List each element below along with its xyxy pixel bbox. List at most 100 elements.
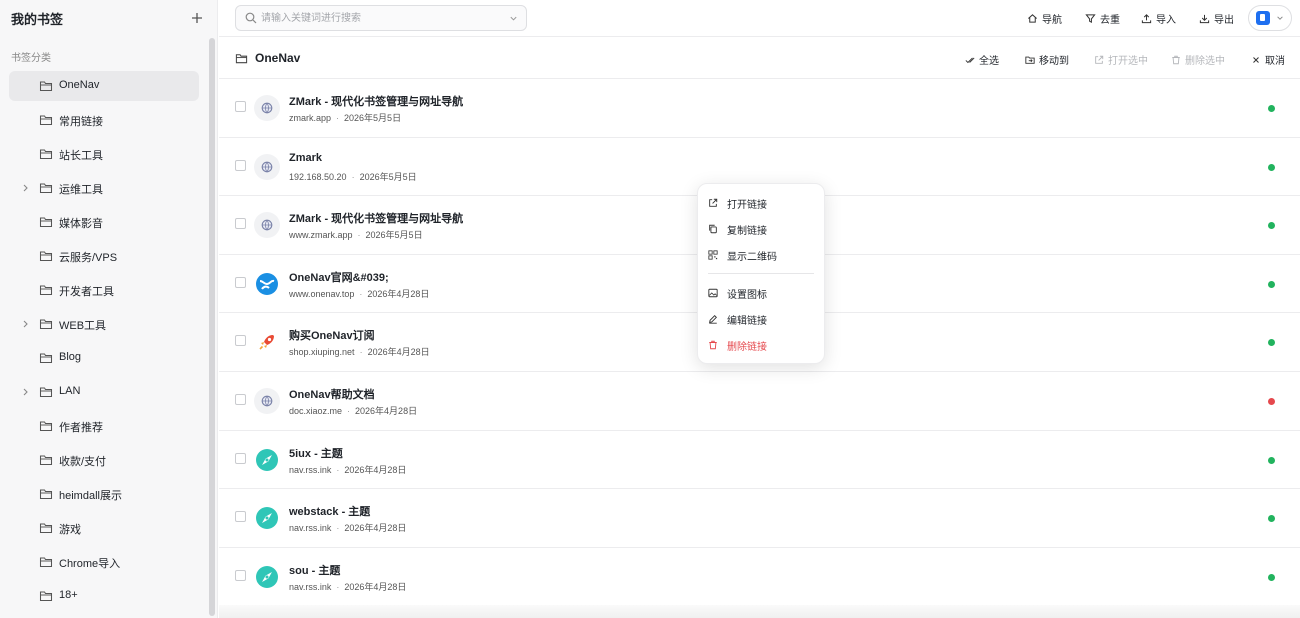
- bookmark-title[interactable]: 购买OneNav订阅: [289, 327, 375, 343]
- meta-separator: ·: [336, 113, 340, 123]
- row-checkbox[interactable]: [235, 511, 246, 523]
- menu-open-link-label: 打开链接: [727, 199, 767, 211]
- check-all-icon: [965, 57, 975, 63]
- menu-set-icon[interactable]: 设置图标: [708, 283, 814, 303]
- bookmark-title[interactable]: OneNav帮助文档: [289, 386, 375, 402]
- sidebar-item-label: 常用链接: [59, 116, 103, 128]
- row-checkbox[interactable]: [235, 452, 246, 464]
- bookmark-row[interactable]: 5iux - 主题 nav.rss.ink · 2026年4月28日: [219, 430, 1300, 490]
- bookmark-row[interactable]: sou - 主题 nav.rss.ink · 2026年4月28日: [219, 547, 1300, 607]
- menu-delete-link-label: 删除链接: [727, 341, 767, 353]
- bookmark-meta: doc.xiaoz.me · 2026年4月28日: [289, 404, 417, 417]
- menu-open-link[interactable]: 打开链接: [708, 193, 814, 213]
- close-icon: [1253, 56, 1259, 63]
- nav-button[interactable]: 导航: [1027, 10, 1062, 26]
- sidebar-item[interactable]: LAN: [9, 377, 199, 407]
- sidebar-item-label: heimdall展示: [59, 490, 122, 502]
- user-menu[interactable]: [1248, 5, 1292, 31]
- bookmark-domain: www.onenav.top: [289, 288, 355, 299]
- folder-icon: [39, 81, 53, 92]
- sidebar-item-label: 媒体影音: [59, 218, 103, 230]
- bookmark-date: 2026年4月28日: [367, 347, 430, 358]
- export-button[interactable]: 导出: [1199, 10, 1234, 26]
- bookmark-title[interactable]: ZMark - 现代化书签管理与网址导航: [289, 210, 463, 226]
- bookmark-date: 2026年5月5日: [365, 230, 423, 241]
- sidebar-item[interactable]: 开发者工具: [9, 275, 199, 305]
- move-to-button[interactable]: 移动到: [1025, 52, 1069, 67]
- folder-header: OneNav 全选 移动到 打开选中 删除选中 取消: [219, 38, 1300, 79]
- bookmark-row[interactable]: OneNav帮助文档 doc.xiaoz.me · 2026年4月28日: [219, 371, 1300, 431]
- row-checkbox[interactable]: [235, 335, 246, 347]
- avatar: [1256, 11, 1270, 25]
- export-button-label: 导出: [1214, 14, 1234, 26]
- select-all-button[interactable]: 全选: [965, 52, 999, 67]
- sidebar-scrollbar[interactable]: [209, 38, 215, 616]
- import-button-label: 导入: [1156, 14, 1176, 26]
- sidebar-item[interactable]: 媒体影音: [9, 207, 199, 237]
- open-selected-button[interactable]: 打开选中: [1094, 52, 1148, 67]
- row-checkbox[interactable]: [235, 276, 246, 288]
- delete-selected-button[interactable]: 删除选中: [1171, 52, 1225, 67]
- folder-title: OneNav: [255, 51, 301, 65]
- sidebar-item[interactable]: 游戏: [9, 513, 199, 543]
- row-checkbox[interactable]: [235, 569, 246, 581]
- menu-show-qr[interactable]: 显示二维码: [708, 245, 814, 265]
- chevron-right-icon[interactable]: [20, 318, 30, 330]
- bookmark-row[interactable]: webstack - 主题 nav.rss.ink · 2026年4月28日: [219, 489, 1300, 548]
- search-box[interactable]: [235, 5, 527, 31]
- sidebar-item[interactable]: Blog: [9, 343, 199, 373]
- trash-icon: [1172, 55, 1180, 64]
- status-indicator: [1268, 222, 1275, 230]
- bookmark-title[interactable]: webstack - 主题: [289, 503, 370, 519]
- menu-delete-link[interactable]: 删除链接: [708, 335, 814, 355]
- sidebar-item[interactable]: heimdall展示: [9, 479, 199, 509]
- sidebar-item[interactable]: 收款/支付: [9, 445, 199, 475]
- sidebar-item[interactable]: OneNav: [9, 71, 199, 101]
- sidebar-item[interactable]: 18+: [9, 581, 199, 611]
- bookmark-domain: shop.xiuping.net: [289, 347, 355, 358]
- sidebar-item[interactable]: 云服务/VPS: [9, 241, 199, 271]
- cancel-button[interactable]: 取消: [1251, 52, 1285, 67]
- bookmark-title[interactable]: Zmark: [289, 152, 322, 164]
- external-link-icon: [1095, 55, 1104, 64]
- bookmark-date: 2026年5月5日: [344, 113, 402, 123]
- sidebar-item[interactable]: 运维工具: [9, 173, 199, 203]
- chevron-down-icon[interactable]: [509, 14, 518, 23]
- bookmark-meta: nav.rss.ink · 2026年4月28日: [289, 463, 406, 476]
- row-checkbox[interactable]: [235, 218, 246, 230]
- home-icon: [1028, 13, 1037, 23]
- menu-copy-link[interactable]: 复制链接: [708, 219, 814, 239]
- bookmark-title[interactable]: sou - 主题: [289, 562, 340, 578]
- row-checkbox[interactable]: [235, 159, 246, 171]
- add-category-button[interactable]: [188, 9, 206, 27]
- bookmark-date: 2026年4月28日: [355, 405, 418, 416]
- globe-icon: [254, 387, 280, 414]
- sidebar-item[interactable]: WEB工具: [9, 309, 199, 339]
- bookmark-date: 2026年4月28日: [344, 581, 407, 592]
- import-button[interactable]: 导入: [1141, 10, 1176, 26]
- folder-icon: [39, 251, 53, 262]
- sidebar-item[interactable]: 站长工具: [9, 139, 199, 169]
- sidebar-item[interactable]: 常用链接: [9, 105, 199, 135]
- bookmark-row[interactable]: ZMark - 现代化书签管理与网址导航 zmark.app · 2026年5月5日: [219, 79, 1300, 138]
- sidebar-section-label: 书签分类: [11, 53, 51, 64]
- folder-icon: [39, 591, 53, 602]
- chevron-right-icon[interactable]: [20, 182, 30, 194]
- bookmark-title[interactable]: 5iux - 主题: [289, 445, 343, 461]
- menu-edit-link[interactable]: 编辑链接: [708, 309, 814, 329]
- menu-edit-link-label: 编辑链接: [727, 315, 767, 327]
- row-checkbox[interactable]: [235, 101, 246, 112]
- bookmark-title[interactable]: OneNav官网&#039;: [289, 269, 389, 285]
- sidebar-item[interactable]: Chrome导入: [9, 547, 199, 577]
- sidebar-item-label: 站长工具: [59, 150, 103, 162]
- cancel-label: 取消: [1265, 56, 1285, 67]
- bookmark-date: 2026年4月28日: [367, 288, 430, 299]
- folder-icon: [39, 285, 53, 296]
- bookmark-title[interactable]: ZMark - 现代化书签管理与网址导航: [289, 93, 463, 109]
- bookmark-meta: 192.168.50.20 · 2026年5月5日: [289, 170, 417, 183]
- dedupe-button[interactable]: 去重: [1085, 10, 1120, 26]
- row-checkbox[interactable]: [235, 393, 246, 405]
- search-input[interactable]: [261, 8, 501, 28]
- chevron-right-icon[interactable]: [20, 386, 30, 398]
- sidebar-item[interactable]: 作者推荐: [9, 411, 199, 441]
